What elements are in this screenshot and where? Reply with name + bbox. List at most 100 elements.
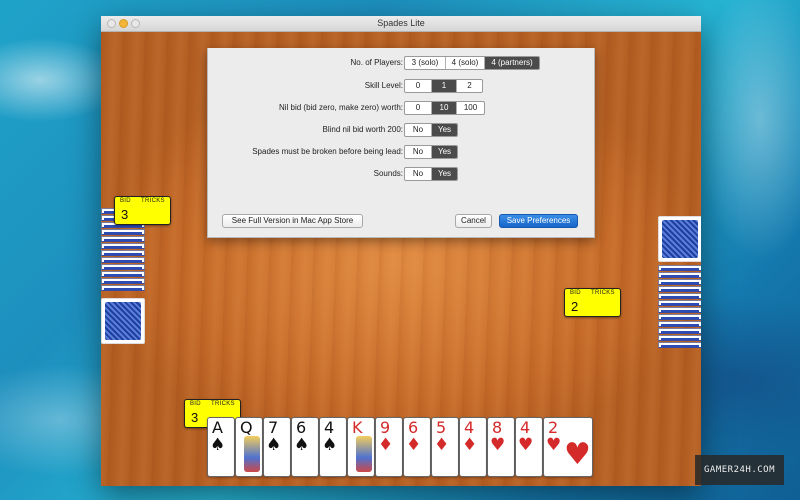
sounds-segmented-control: No Yes [404, 167, 458, 181]
card-back [658, 293, 701, 299]
card-rank: K [352, 418, 363, 437]
hand-card[interactable]: 2 ♥ ♥ [543, 417, 593, 477]
blind-nil-option-no[interactable]: No [405, 124, 431, 136]
card-back [101, 298, 145, 344]
sounds-option-yes[interactable]: Yes [431, 168, 457, 180]
tricks-header: TRICKS [141, 198, 165, 204]
skill-option-0[interactable]: 0 [405, 80, 431, 92]
card-back [101, 285, 145, 291]
players-option-4-solo[interactable]: 4 (solo) [445, 57, 484, 69]
skill-segmented-control: 0 1 2 [404, 79, 483, 93]
card-back [101, 271, 145, 277]
card-back [658, 279, 701, 285]
game-window: Spades Lite BID TRICKS 3 BID TRICKS 2 BI… [101, 16, 701, 486]
hand-card[interactable]: 6 ♠ [291, 417, 319, 477]
sounds-option-no[interactable]: No [405, 168, 431, 180]
hand-card[interactable]: 6 ♦ [403, 417, 431, 477]
diamond-icon: ♦ [378, 435, 394, 455]
spades-broken-option-yes[interactable]: Yes [431, 146, 457, 158]
spade-icon: ♠ [322, 435, 338, 455]
card-back [101, 243, 145, 249]
card-back [658, 286, 701, 292]
skill-row: Skill Level: 0 1 2 [208, 79, 596, 94]
hand-card[interactable]: 8 ♥ [487, 417, 515, 477]
south-bid-value: 3 [191, 410, 199, 425]
nil-label: Nil bid (bid zero, make zero) worth: [278, 103, 403, 112]
diamond-icon: ♦ [434, 435, 450, 455]
sounds-row: Sounds: No Yes [208, 167, 596, 182]
skill-option-2[interactable]: 2 [456, 80, 482, 92]
card-table: BID TRICKS 3 BID TRICKS 2 BID TRICKS 3 A… [101, 32, 701, 486]
card-back [101, 236, 145, 242]
hand-card[interactable]: 7 ♠ [263, 417, 291, 477]
card-back [658, 321, 701, 327]
hand-card[interactable]: 5 ♦ [431, 417, 459, 477]
hand-card[interactable]: Q [235, 417, 263, 477]
card-back [658, 314, 701, 320]
players-label: No. of Players: [350, 58, 403, 67]
card-back [658, 272, 701, 278]
hand-card[interactable]: 4 ♦ [459, 417, 487, 477]
spades-broken-row: Spades must be broken before being lead:… [208, 145, 596, 160]
card-back [101, 278, 145, 284]
tricks-header: TRICKS [591, 290, 615, 296]
blind-nil-row: Blind nil bid worth 200: No Yes [208, 123, 596, 138]
hand-card[interactable]: A ♠ [207, 417, 235, 477]
nil-option-10[interactable]: 10 [431, 102, 456, 114]
queen-face-icon [244, 436, 260, 472]
nil-row: Nil bid (bid zero, make zero) worth: 0 1… [208, 101, 596, 116]
blind-nil-segmented-control: No Yes [404, 123, 458, 137]
blind-nil-option-yes[interactable]: Yes [431, 124, 457, 136]
nil-option-0[interactable]: 0 [405, 102, 431, 114]
nil-segmented-control: 0 10 100 [404, 101, 485, 115]
players-row: No. of Players: 3 (solo) 4 (solo) 4 (par… [208, 56, 596, 71]
bid-header: BID [120, 198, 131, 204]
card-back [658, 307, 701, 313]
diamond-icon: ♦ [406, 435, 422, 455]
east-bid-value: 2 [571, 299, 579, 314]
players-option-4-partners[interactable]: 4 (partners) [484, 57, 539, 69]
bid-header: BID [570, 290, 581, 296]
hand-card[interactable]: K [347, 417, 375, 477]
tricks-header: TRICKS [211, 401, 235, 407]
save-preferences-button[interactable]: Save Preferences [499, 214, 578, 228]
card-back [658, 216, 701, 262]
king-face-icon [356, 436, 372, 472]
spade-icon: ♠ [266, 435, 282, 455]
spades-broken-option-no[interactable]: No [405, 146, 431, 158]
card-back [658, 342, 701, 348]
west-bid-value: 3 [121, 207, 129, 222]
preferences-sheet: No. of Players: 3 (solo) 4 (solo) 4 (par… [207, 48, 595, 238]
card-rank: Q [240, 418, 253, 437]
card-back [101, 229, 145, 235]
hand-card[interactable]: 4 ♥ [515, 417, 543, 477]
nil-option-100[interactable]: 100 [456, 102, 484, 114]
card-back [101, 257, 145, 263]
card-back [658, 265, 701, 271]
bid-header: BID [190, 401, 201, 407]
players-segmented-control: 3 (solo) 4 (solo) 4 (partners) [404, 56, 540, 70]
heart-icon: ♥ [490, 435, 506, 455]
spade-icon: ♠ [210, 435, 226, 455]
card-back [658, 335, 701, 341]
hand-card[interactable]: 4 ♠ [319, 417, 347, 477]
window-title: Spades Lite [377, 18, 425, 28]
sounds-label: Sounds: [373, 169, 403, 178]
card-back [658, 328, 701, 334]
spades-broken-segmented-control: No Yes [404, 145, 458, 159]
watermark: GAMER24H.COM [695, 455, 784, 485]
hand-card[interactable]: 9 ♦ [375, 417, 403, 477]
card-back [101, 264, 145, 270]
cancel-button[interactable]: Cancel [455, 214, 492, 228]
heart-icon: ♥ [546, 435, 562, 455]
west-bid-box: BID TRICKS 3 [114, 196, 171, 225]
spade-icon: ♠ [294, 435, 310, 455]
heart-icon: ♥ [518, 435, 534, 455]
diamond-icon: ♦ [462, 435, 478, 455]
skill-option-1[interactable]: 1 [431, 80, 456, 92]
spades-broken-label: Spades must be broken before being lead: [252, 147, 403, 156]
full-version-button[interactable]: See Full Version in Mac App Store [222, 214, 363, 228]
title-bar[interactable]: Spades Lite [101, 16, 701, 32]
players-option-3-solo[interactable]: 3 (solo) [405, 57, 445, 69]
skill-label: Skill Level: [364, 81, 403, 90]
